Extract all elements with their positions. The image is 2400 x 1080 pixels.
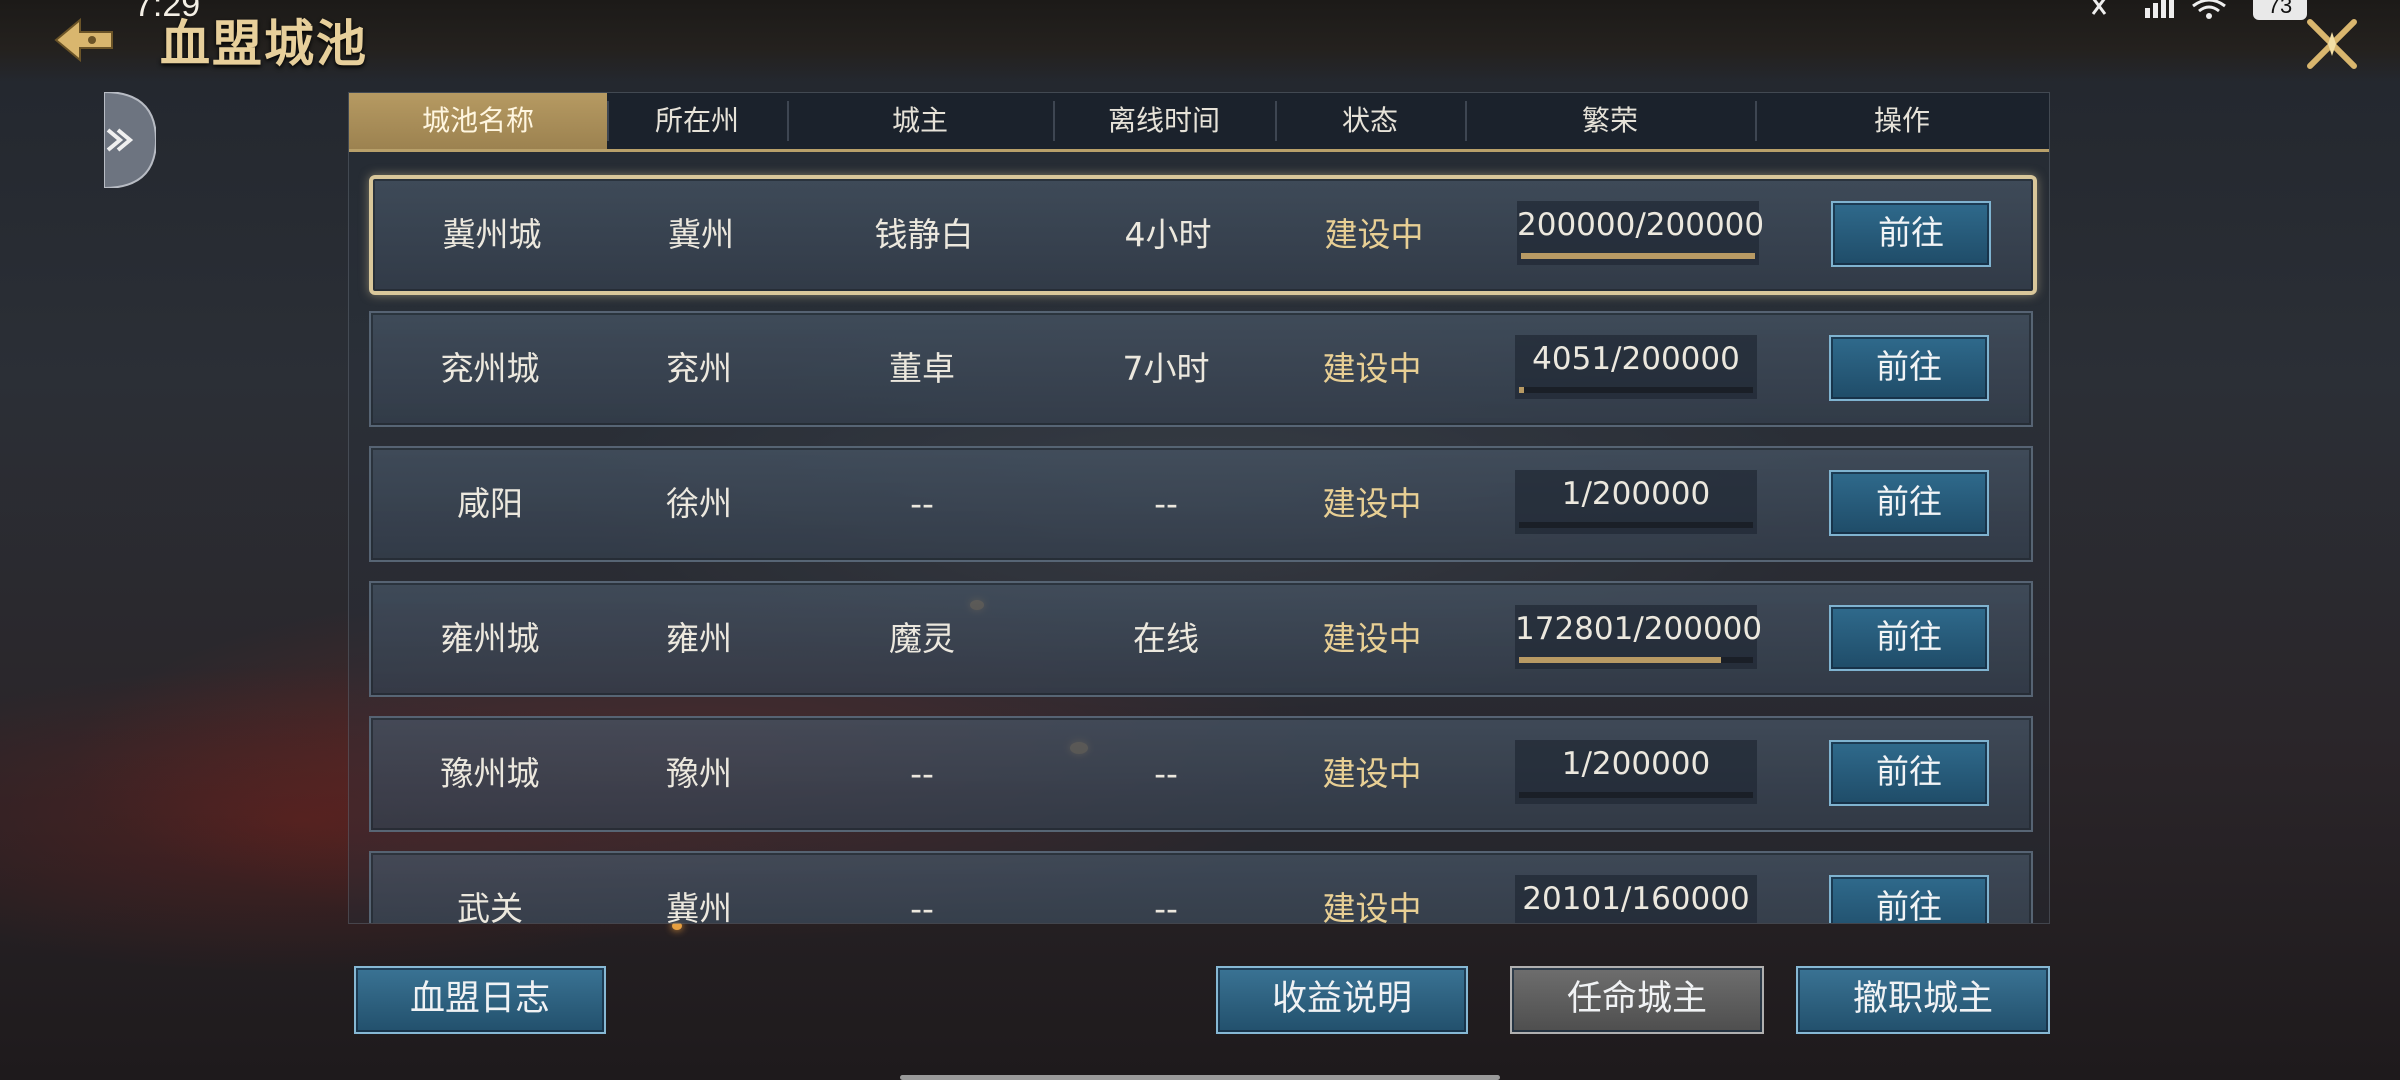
offline-time: -- [1154, 484, 1178, 523]
prosperity-value: 4051/200000 [1532, 341, 1740, 377]
city-status: 建设中 [1324, 215, 1424, 254]
column-header-province: 所在州 [607, 93, 787, 149]
city-status: 建设中 [1322, 889, 1422, 924]
column-header-prosperity: 繁荣 [1465, 93, 1755, 149]
home-indicator[interactable] [900, 1075, 1500, 1080]
offline-time: -- [1154, 754, 1178, 793]
city-province: 徐州 [666, 484, 732, 523]
column-header-city-name[interactable]: 城池名称 [349, 93, 607, 149]
city-lord: 魔灵 [889, 619, 955, 658]
city-province: 豫州 [666, 754, 732, 793]
offline-time: -- [1154, 889, 1178, 924]
goto-button[interactable]: 前往 [1829, 740, 1989, 806]
city-name: 豫州城 [440, 754, 540, 793]
alliance-log-button[interactable]: 血盟日志 [354, 966, 606, 1034]
column-header-status: 状态 [1275, 93, 1465, 149]
city-name: 咸阳 [457, 484, 523, 523]
table-row[interactable]: 冀州城 冀州 钱静白 4小时 建设中 200000/200000 前往 [369, 175, 2037, 295]
dismiss-lord-button[interactable]: 撤职城主 [1796, 966, 2050, 1034]
prosperity-fill [1521, 253, 1755, 259]
city-lord: 董卓 [889, 349, 955, 388]
prosperity-fill [1519, 387, 1524, 393]
table-row[interactable]: 豫州城 豫州 -- -- 建设中 1/200000 前往 [369, 716, 2033, 832]
table-row[interactable]: 咸阳 徐州 -- -- 建设中 1/200000 前往 [369, 446, 2033, 562]
city-status: 建设中 [1322, 349, 1422, 388]
top-bar: 7:29 血盟城池 73 [0, 0, 2400, 82]
column-header-action: 操作 [1755, 93, 2049, 149]
close-icon[interactable] [2300, 12, 2364, 76]
table-header: 城池名称 所在州 城主 离线时间 状态 繁荣 操作 [349, 93, 2049, 152]
city-lord: -- [910, 889, 934, 924]
prosperity-track [1519, 657, 1753, 663]
prosperity-value: 1/200000 [1561, 476, 1711, 512]
prosperity-value: 172801/200000 [1515, 611, 1763, 647]
city-status: 建设中 [1322, 619, 1422, 658]
city-name: 冀州城 [442, 215, 542, 254]
table-row[interactable]: 雍州城 雍州 魔灵 在线 建设中 172801/200000 前往 [369, 581, 2033, 697]
goto-button[interactable]: 前往 [1829, 335, 1989, 401]
goto-button[interactable]: 前往 [1829, 875, 1989, 923]
column-header-offline: 离线时间 [1053, 93, 1275, 149]
prosperity-track [1521, 253, 1755, 259]
side-expand-tab[interactable] [103, 90, 158, 190]
city-province: 兖州 [666, 349, 732, 388]
city-table: 城池名称 所在州 城主 离线时间 状态 繁荣 操作 冀州城 冀州 钱静白 4小时… [348, 92, 2050, 924]
city-province: 冀州 [668, 215, 734, 254]
prosperity-meter: 1/200000 [1515, 470, 1757, 534]
prosperity-value: 1/200000 [1561, 746, 1711, 782]
back-arrow-icon[interactable] [52, 14, 116, 66]
income-info-button[interactable]: 收益说明 [1216, 966, 1468, 1034]
prosperity-fill [1519, 657, 1722, 663]
prosperity-track [1519, 792, 1753, 798]
prosperity-track [1519, 387, 1753, 393]
city-name: 武关 [457, 889, 523, 924]
table-row[interactable]: 兖州城 兖州 董卓 7小时 建设中 4051/200000 前往 [369, 311, 2033, 427]
city-province: 雍州 [666, 619, 732, 658]
prosperity-meter: 20101/160000 [1515, 875, 1757, 923]
prosperity-meter: 4051/200000 [1515, 335, 1757, 399]
prosperity-meter: 200000/200000 [1517, 201, 1765, 265]
prosperity-value: 200000/200000 [1517, 207, 1765, 243]
goto-button[interactable]: 前往 [1829, 605, 1989, 671]
prosperity-meter: 1/200000 [1515, 740, 1757, 804]
city-lord: -- [910, 754, 934, 793]
goto-button[interactable]: 前往 [1829, 470, 1989, 536]
city-name: 兖州城 [440, 349, 540, 388]
city-province: 冀州 [666, 889, 732, 924]
offline-time: 4小时 [1124, 215, 1212, 254]
city-status: 建设中 [1322, 754, 1422, 793]
city-lord: -- [910, 484, 934, 523]
page-title: 血盟城池 [160, 14, 368, 73]
appoint-lord-button[interactable]: 任命城主 [1510, 966, 1764, 1034]
goto-button[interactable]: 前往 [1831, 201, 1991, 267]
column-header-lord: 城主 [787, 93, 1053, 149]
city-lord: 钱静白 [874, 215, 974, 254]
city-name: 雍州城 [440, 619, 540, 658]
offline-time: 7小时 [1122, 349, 1210, 388]
prosperity-value: 20101/160000 [1522, 881, 1750, 917]
prosperity-meter: 172801/200000 [1515, 605, 1763, 669]
prosperity-track [1519, 522, 1753, 528]
battery-indicator: 73 [2253, 0, 2307, 20]
city-status: 建设中 [1322, 484, 1422, 523]
table-row[interactable]: 武关 冀州 -- -- 建设中 20101/160000 前往 [369, 851, 2033, 924]
offline-time: 在线 [1133, 619, 1199, 658]
